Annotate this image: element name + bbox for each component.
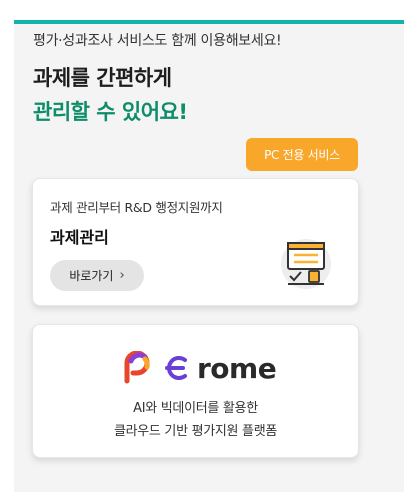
go-button-label: 바로가기 (69, 269, 114, 283)
task-card-description: 과제 관리부터 R&D 행정지원까지 (50, 200, 223, 215)
go-button[interactable]: 바로가기 › (50, 260, 144, 291)
headline-line-2: 관리할 수 있어요! (33, 100, 188, 124)
erome-card-line-1: AI와 빅데이터를 활용한 (133, 401, 258, 416)
task-management-card[interactable]: 과제 관리부터 R&D 행정지원까지 과제관리 바로가기 › (32, 178, 359, 306)
pc-only-badge: PC 전용 서비스 (246, 138, 358, 171)
chevron-right-icon: › (119, 268, 125, 283)
erome-card[interactable]: rome AI와 빅데이터를 활용한 클라우드 기반 평가지원 플랫폼 (32, 324, 359, 458)
erome-logo-icon (124, 351, 187, 384)
erome-logo-text: rome (197, 351, 277, 385)
document-checklist-icon (281, 239, 331, 289)
erome-card-line-2: 클라우드 기반 평가지원 플랫폼 (113, 424, 278, 439)
intro-text: 평가·성과조사 서비스도 함께 이용해보세요! (33, 33, 282, 49)
headline-line-1: 과제를 간편하게 (33, 66, 172, 90)
erome-logo: rome (123, 348, 277, 388)
task-card-title: 과제관리 (50, 228, 109, 247)
